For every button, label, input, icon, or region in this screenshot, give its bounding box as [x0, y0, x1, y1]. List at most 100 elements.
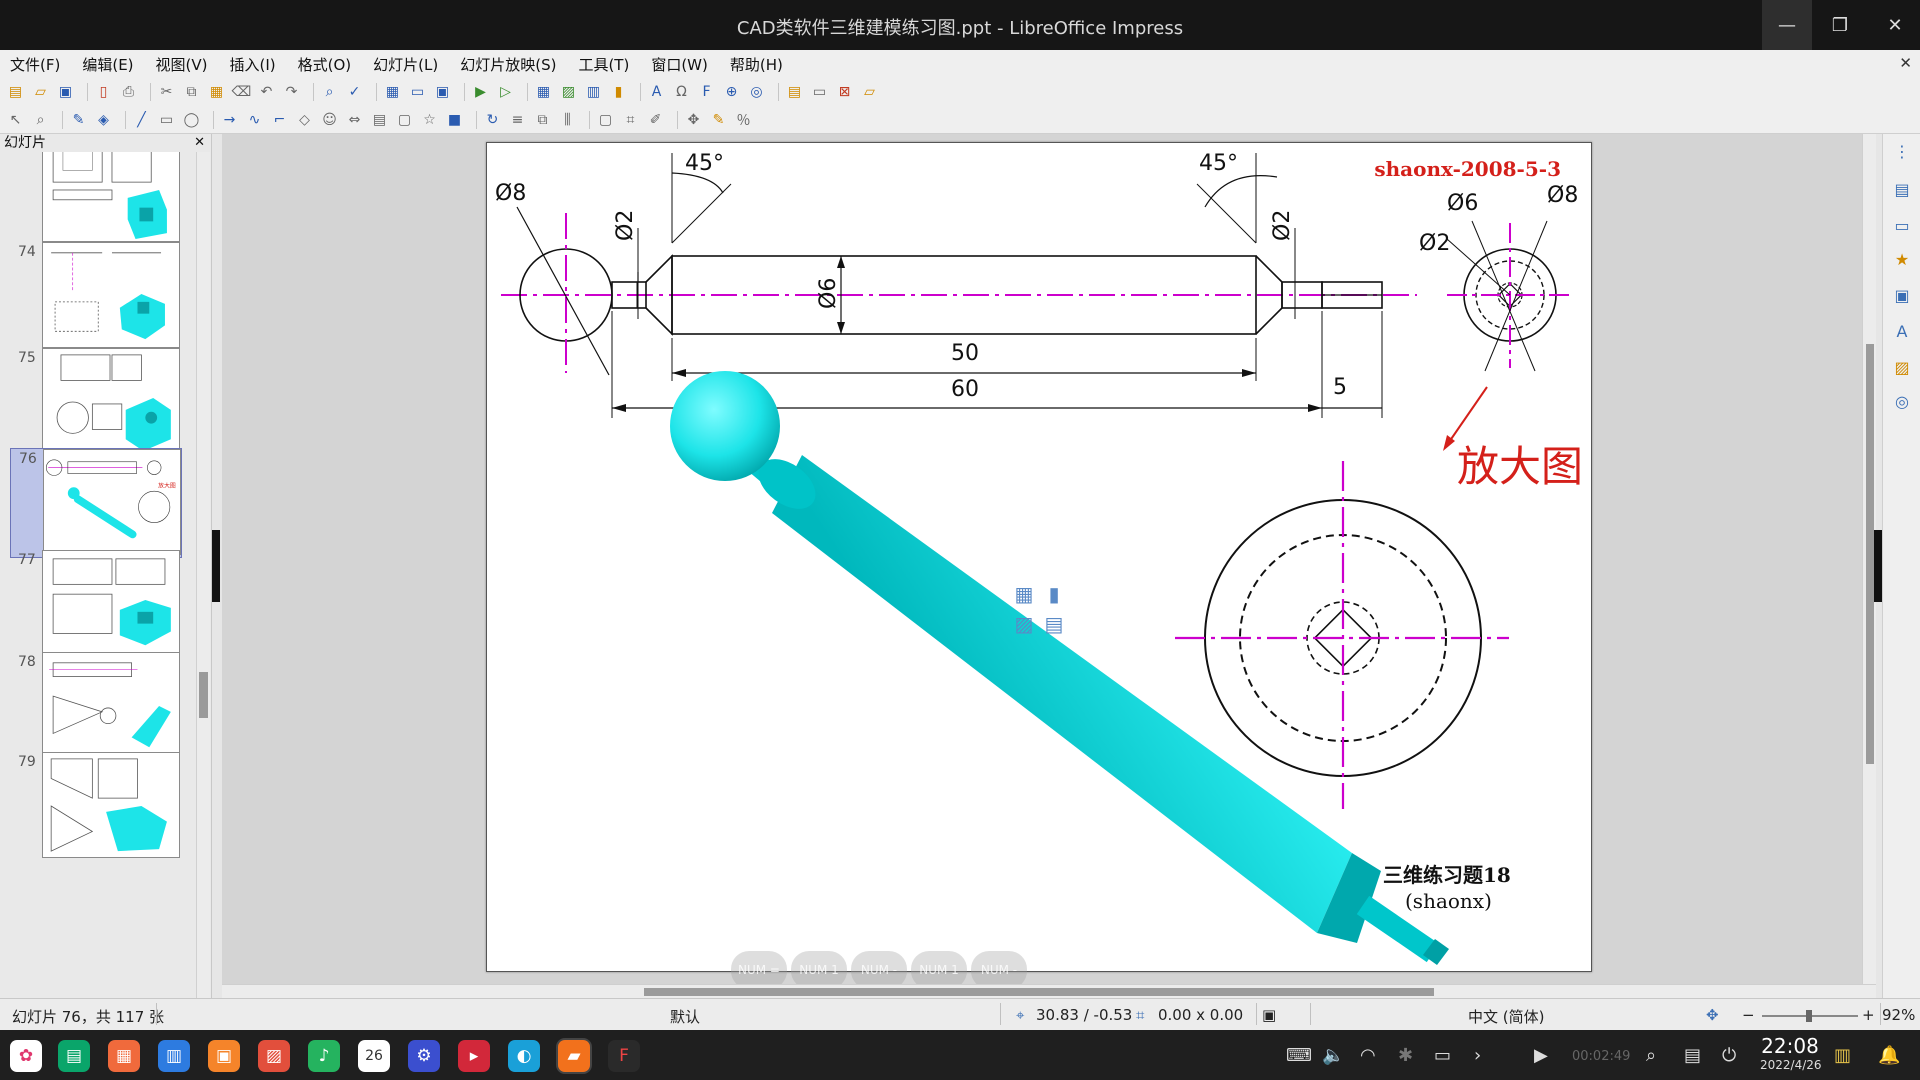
- notification-bell-icon[interactable]: 🔔: [1878, 1045, 1900, 1066]
- lines-arrows-icon[interactable]: →: [220, 110, 239, 129]
- grid-icon[interactable]: ▦: [383, 83, 402, 102]
- cad-app-icon[interactable]: F: [608, 1040, 640, 1072]
- zoom-slider-knob[interactable]: [1806, 1010, 1812, 1022]
- new-document-icon[interactable]: ▤: [6, 83, 25, 102]
- rectangle-icon[interactable]: ▭: [157, 110, 176, 129]
- arrange-icon[interactable]: ⧉: [533, 110, 552, 129]
- navigator-icon[interactable]: ◎: [1891, 390, 1913, 412]
- document-modified-icon[interactable]: ▣: [1262, 1006, 1276, 1024]
- rotate-icon[interactable]: ↻: [483, 110, 502, 129]
- filter-icon[interactable]: ✐: [646, 110, 665, 129]
- shadow-icon[interactable]: ▢: [596, 110, 615, 129]
- menu-view[interactable]: 视图(V): [156, 54, 208, 75]
- save-icon[interactable]: ▣: [56, 83, 75, 102]
- shop-icon[interactable]: ▣: [208, 1040, 240, 1072]
- insert-chart-icon[interactable]: ▮: [609, 83, 628, 102]
- insert-media-icon[interactable]: ▥: [584, 83, 603, 102]
- block-arrows-icon[interactable]: ⇔: [345, 110, 364, 129]
- horizontal-scroll-thumb[interactable]: [644, 988, 1434, 996]
- slide-thumbnail[interactable]: 78: [10, 652, 182, 762]
- sidebar-menu-icon[interactable]: ⋮: [1891, 140, 1913, 162]
- new-slide-icon[interactable]: ▭: [810, 83, 829, 102]
- search-icon[interactable]: ⌕: [1646, 1045, 1656, 1066]
- display-views-icon[interactable]: ▭: [408, 83, 427, 102]
- fontwork-icon[interactable]: F: [697, 83, 716, 102]
- menu-help[interactable]: 帮助(H): [730, 54, 783, 75]
- expand-tray-icon[interactable]: ›: [1474, 1045, 1481, 1066]
- export-pdf-icon[interactable]: ▯: [94, 83, 113, 102]
- insert-table-icon[interactable]: ▦: [534, 83, 553, 102]
- slide-thumbnail[interactable]: 79: [10, 752, 182, 862]
- slide-editing-area[interactable]: shaonx-2008-5-3 放大图 三维练习题18 (shaonx) Ø8 …: [222, 134, 1862, 989]
- cut-icon[interactable]: ✂: [157, 83, 176, 102]
- music-icon[interactable]: ♪: [308, 1040, 340, 1072]
- wifi-icon[interactable]: ◠: [1360, 1045, 1376, 1066]
- language[interactable]: 中文 (简体): [1468, 1006, 1544, 1027]
- find-replace-icon[interactable]: ⌕: [320, 83, 339, 102]
- print-icon[interactable]: ⎙: [119, 83, 138, 102]
- browser-icon[interactable]: ◐: [508, 1040, 540, 1072]
- navigator-icon[interactable]: ◎: [747, 83, 766, 102]
- close-document-icon[interactable]: ✕: [1899, 54, 1912, 72]
- close-panel-icon[interactable]: ✕: [194, 134, 205, 152]
- open-folder-icon[interactable]: ▱: [31, 83, 50, 102]
- redo-icon[interactable]: ↷: [282, 83, 301, 102]
- multitask-icon[interactable]: ▤: [58, 1040, 90, 1072]
- toggle-extrusion-icon[interactable]: ％: [734, 110, 753, 129]
- calendar-icon[interactable]: 26: [358, 1040, 390, 1072]
- line-icon[interactable]: ╱: [132, 110, 151, 129]
- screen-recorder-icon[interactable]: ▶: [1534, 1045, 1548, 1066]
- align-icon[interactable]: ≡: [508, 110, 527, 129]
- master-slide-icon[interactable]: ▣: [433, 83, 452, 102]
- volume-muted-icon[interactable]: 🔈: [1322, 1045, 1344, 1066]
- gallery-app-icon[interactable]: ▨: [258, 1040, 290, 1072]
- ellipse-icon[interactable]: ◯: [182, 110, 201, 129]
- zoom-in-icon[interactable]: +: [1862, 1006, 1875, 1024]
- trash-icon[interactable]: ▥: [1834, 1045, 1851, 1066]
- slide-thumbnail[interactable]: 75: [10, 348, 182, 458]
- settings-icon[interactable]: ⚙: [408, 1040, 440, 1072]
- zoom-out-icon[interactable]: −: [1742, 1006, 1755, 1024]
- slide-thumbnail[interactable]: 73: [10, 152, 182, 246]
- slide-layout-icon[interactable]: ▤: [785, 83, 804, 102]
- terminal-icon[interactable]: ▸: [458, 1040, 490, 1072]
- insert-video-icon[interactable]: ▤: [1039, 609, 1069, 639]
- insert-chart-icon[interactable]: ▮: [1039, 579, 1069, 609]
- glue-points-icon[interactable]: ✎: [709, 110, 728, 129]
- zoom-pan-icon[interactable]: ⌕: [31, 110, 50, 129]
- basic-shapes-icon[interactable]: ◇: [295, 110, 314, 129]
- slide-panel-scroll-thumb[interactable]: [199, 672, 208, 718]
- menu-slideshow[interactable]: 幻灯片放映(S): [460, 54, 556, 75]
- slide-transition-icon[interactable]: ▭: [1891, 214, 1913, 236]
- gallery-icon[interactable]: ▨: [1891, 356, 1913, 378]
- fill-color-icon[interactable]: ◈: [94, 110, 113, 129]
- zoom-slider[interactable]: [1762, 1010, 1858, 1022]
- bluetooth-icon[interactable]: ✱: [1398, 1045, 1413, 1066]
- slide-thumbnail-selected[interactable]: 76 放大图: [10, 448, 182, 558]
- impress-icon[interactable]: ▰: [558, 1040, 590, 1072]
- stars-icon[interactable]: ☆: [420, 110, 439, 129]
- fit-slide-icon[interactable]: ✥: [1706, 1006, 1719, 1024]
- special-character-icon[interactable]: Ω: [672, 83, 691, 102]
- vertical-scroll-thumb[interactable]: [1866, 344, 1874, 764]
- app-store-icon[interactable]: ▦: [108, 1040, 140, 1072]
- callouts-icon[interactable]: ▢: [395, 110, 414, 129]
- animation-icon[interactable]: ★: [1891, 248, 1913, 270]
- master-slides-icon[interactable]: ▣: [1891, 284, 1913, 306]
- menu-insert[interactable]: 插入(I): [230, 54, 276, 75]
- insert-image-icon[interactable]: ▨: [1009, 609, 1039, 639]
- slide-thumbnail[interactable]: 77: [10, 550, 182, 660]
- keyboard-icon[interactable]: ⌨: [1286, 1045, 1312, 1066]
- slide-thumbnail[interactable]: 74: [10, 242, 182, 352]
- slide-canvas[interactable]: shaonx-2008-5-3 放大图 三维练习题18 (shaonx) Ø8 …: [486, 142, 1592, 989]
- insert-textbox-icon[interactable]: A: [647, 83, 666, 102]
- power-icon[interactable]: ⏻: [1722, 1045, 1736, 1066]
- clock[interactable]: 22:08 2022/4/26: [1760, 1034, 1822, 1072]
- horizontal-scrollbar[interactable]: [222, 984, 1876, 998]
- symbol-shapes-icon[interactable]: ☺: [320, 110, 339, 129]
- distribute-icon[interactable]: ⫼: [558, 110, 577, 129]
- menu-file[interactable]: 文件(F): [10, 54, 60, 75]
- zoom-level[interactable]: 92%: [1882, 1006, 1915, 1024]
- copy-icon[interactable]: ⧉: [182, 83, 201, 102]
- 3d-objects-icon[interactable]: ■: [445, 110, 464, 129]
